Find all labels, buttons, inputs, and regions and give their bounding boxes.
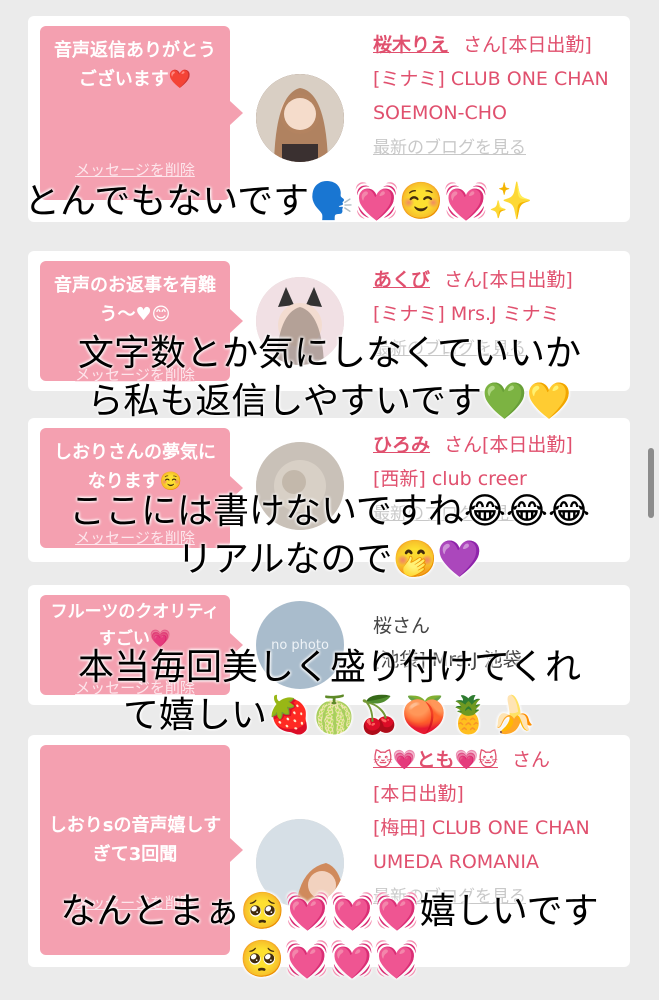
message-text: しおりsの音声嬉しすぎて3回聞 bbox=[48, 815, 222, 865]
store-name: [西新] club creer bbox=[373, 468, 527, 490]
sender-name[interactable]: あくび bbox=[373, 269, 430, 291]
sender-name[interactable]: 桜木りえ bbox=[373, 34, 449, 56]
sender-name[interactable]: 🐱💗とも💗🐱 bbox=[373, 749, 498, 771]
overlay-caption: ら私も返信しやすいです💚💛 bbox=[87, 381, 572, 422]
avatar[interactable] bbox=[256, 74, 344, 162]
overlay-caption: なんとまぁ🥺💓💓💓嬉しいです bbox=[60, 891, 599, 932]
message-text: フルーツのクオリティすごい💗 bbox=[50, 602, 220, 649]
overlay-caption: リアルなので🤭💜 bbox=[176, 539, 483, 580]
message-text: 音声返信ありがとうございます❤️ bbox=[54, 40, 216, 90]
store-name: [ミナミ] CLUB ONE CHAN SOEMON-CHO bbox=[373, 68, 609, 124]
overlay-caption: とんでもないです🗣️💓☺️💓✨ bbox=[24, 181, 534, 222]
sender-name[interactable]: 桜さん bbox=[373, 615, 430, 637]
overlay-caption: ここには書けないですね😂😂😂 bbox=[68, 491, 591, 532]
store-name: [梅田] CLUB ONE CHAN UMEDA ROMANIA bbox=[373, 817, 590, 873]
overlay-caption: て嬉しい🍓🍈🍒🍑🍍🍌 bbox=[123, 695, 536, 736]
sender-status: さん bbox=[511, 749, 550, 771]
overlay-caption: 🥺💓💓💓 bbox=[239, 939, 420, 980]
overlay-caption: 文字数とか気にしなくていいか bbox=[78, 333, 581, 374]
work-status: [本日出勤] bbox=[373, 783, 464, 805]
sender-status: さん[本日出勤] bbox=[444, 434, 573, 456]
sender-name[interactable]: ひろみ bbox=[373, 434, 430, 456]
overlay-caption: 本当毎回美しく盛り付けてくれ bbox=[78, 647, 581, 688]
sender-status: さん[本日出勤] bbox=[444, 269, 573, 291]
sender-info: 桜木りえ さん[本日出勤] [ミナミ] CLUB ONE CHAN SOEMON-… bbox=[373, 28, 623, 165]
latest-blog-link[interactable]: 最新のブログを見る bbox=[373, 138, 526, 158]
message-bubble: 音声返信ありがとうございます❤️ メッセージを削除 bbox=[40, 26, 243, 200]
message-text: しおりさんの夢気になります☺️ bbox=[54, 442, 216, 492]
store-name: [ミナミ] Mrs.J ミナミ bbox=[373, 303, 560, 325]
sender-status: さん[本日出勤] bbox=[463, 34, 592, 56]
message-text: 音声のお返事を有難う～♥😊 bbox=[54, 275, 216, 325]
woman-photo-icon bbox=[256, 74, 344, 162]
